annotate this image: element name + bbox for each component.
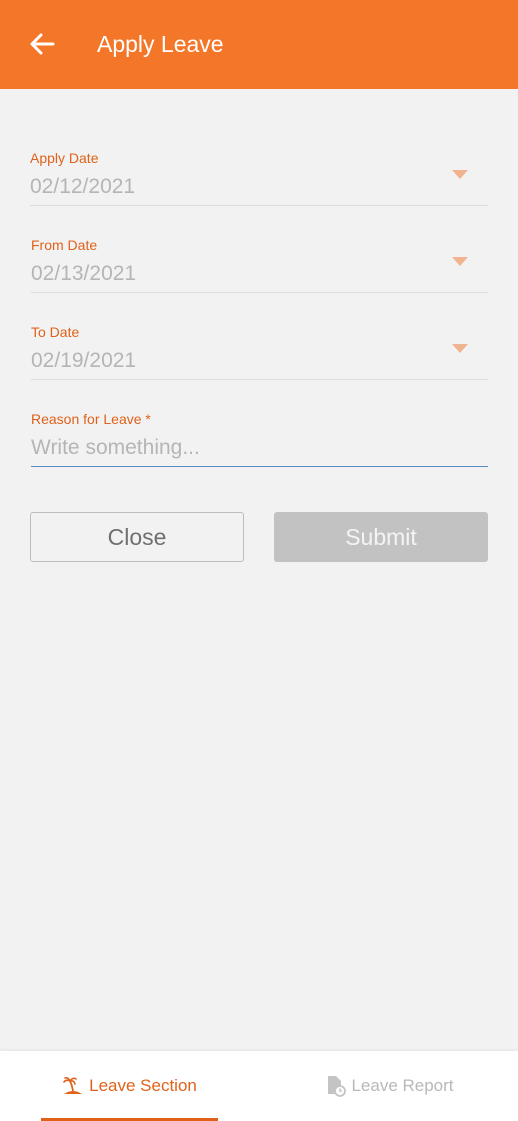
to-date-label: To Date: [31, 324, 80, 340]
tab-leave-section[interactable]: Leave Section: [41, 1051, 218, 1121]
app-bar: Apply Leave: [0, 0, 518, 89]
from-date-value: 02/13/2021: [31, 262, 137, 285]
to-date-field[interactable]: To Date 02/19/2021: [31, 324, 488, 380]
submit-button[interactable]: Submit: [274, 512, 488, 562]
report-document-icon: [328, 1076, 347, 1097]
apply-date-value: 02/12/2021: [30, 175, 136, 198]
apply-date-label: Apply Date: [30, 150, 99, 166]
from-date-field[interactable]: From Date 02/13/2021: [31, 237, 488, 293]
reason-label: Reason for Leave *: [31, 411, 151, 427]
arrow-left-icon: [30, 33, 55, 55]
chevron-down-icon: [452, 257, 468, 266]
back-button[interactable]: [26, 28, 58, 60]
chevron-down-icon: [452, 344, 468, 353]
island-icon: [63, 1077, 83, 1094]
chevron-down-icon: [452, 170, 468, 179]
tab-leave-section-label: Leave Section: [89, 1076, 197, 1095]
close-button[interactable]: Close: [30, 512, 244, 562]
reason-input[interactable]: [31, 435, 488, 461]
to-date-value: 02/19/2021: [31, 349, 137, 372]
page-title: Apply Leave: [97, 31, 224, 57]
tab-leave-report[interactable]: Leave Report: [300, 1051, 480, 1121]
bottom-navigation: Leave Section Leave Report: [0, 1051, 518, 1121]
from-date-label: From Date: [31, 237, 98, 253]
apply-date-field[interactable]: Apply Date 02/12/2021: [30, 150, 488, 206]
reason-field: Reason for Leave *: [31, 411, 488, 467]
tab-leave-report-label: Leave Report: [351, 1076, 454, 1095]
